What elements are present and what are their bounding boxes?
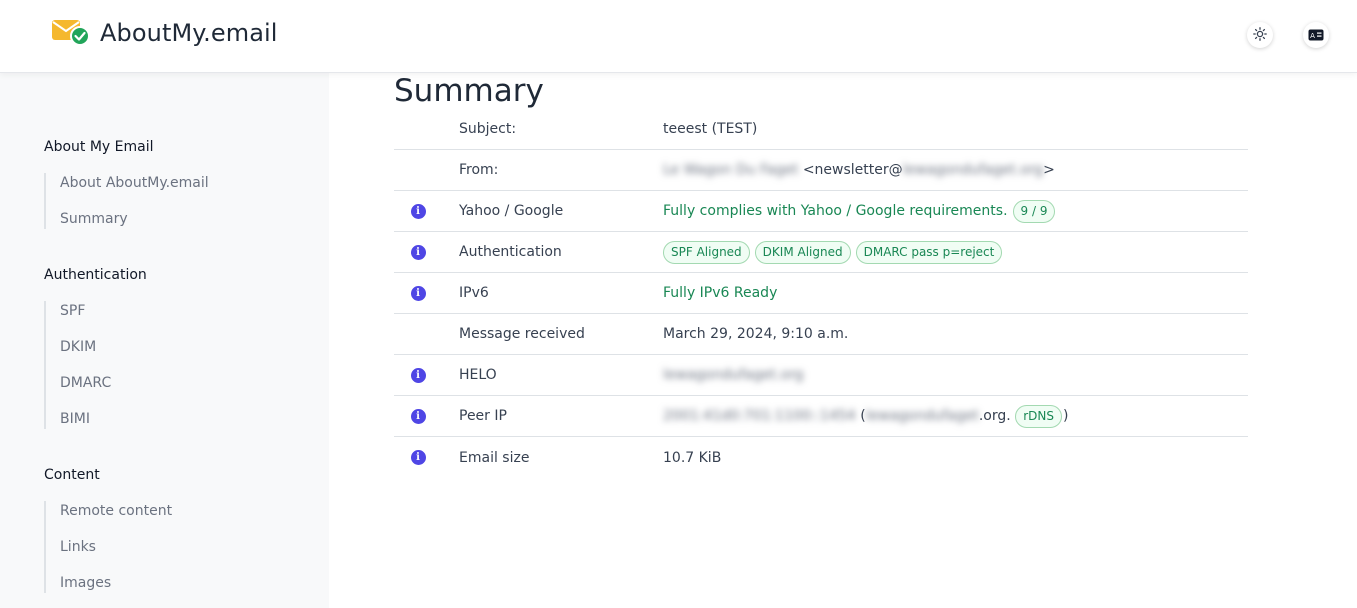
table-row: Subject: teeest (TEST) — [394, 109, 1248, 150]
row-label: Peer IP — [459, 408, 507, 424]
language-card-icon: A — [1308, 26, 1324, 45]
spf-badge: SPF Aligned — [663, 240, 750, 264]
compliance-text: Fully complies with Yahoo / Google requi… — [663, 203, 1008, 219]
theme-toggle-button[interactable] — [1247, 22, 1273, 48]
table-row: i Authentication SPF Aligned DKIM Aligne… — [394, 232, 1248, 273]
ipv6-value: Fully IPv6 Ready — [663, 285, 778, 301]
row-label: Yahoo / Google — [459, 203, 564, 219]
table-row: i Email size 10.7 KiB — [394, 437, 1248, 478]
table-row: From: Le Wagon Du Faget <newsletter@ lewa… — [394, 150, 1248, 191]
nav-section-content: Content Remote content Links Images — [44, 465, 172, 593]
sender-domain-redacted: lewagondufaget.org — [902, 162, 1044, 178]
info-icon[interactable]: i — [410, 450, 426, 465]
sidebar-item-summary[interactable]: Summary — [46, 209, 209, 229]
nav-heading: About My Email — [44, 139, 154, 155]
nav-list: SPF DKIM DMARC BIMI — [44, 301, 147, 429]
dkim-badge: DKIM Aligned — [754, 240, 851, 264]
info-icon[interactable]: i — [410, 285, 426, 301]
email-size-value: 10.7 KiB — [663, 449, 722, 466]
from-value: Le Wagon Du Faget <newsletter@ lewagonduf… — [663, 162, 1248, 178]
row-label: Email size — [459, 449, 530, 466]
table-row: i Peer IP 2001:41d0:701:1100::1454 (lewa… — [394, 396, 1248, 437]
table-row: i IPv6 Fully IPv6 Ready — [394, 273, 1248, 314]
page-title: Summary — [394, 73, 544, 109]
received-value: March 29, 2024, 9:10 a.m. — [663, 326, 849, 342]
helo-value-redacted: lewagondufaget.org — [663, 367, 804, 383]
table-row: i HELO lewagondufaget.org — [394, 355, 1248, 396]
sidebar-item-remote-content[interactable]: Remote content — [46, 501, 172, 521]
row-label: Subject: — [459, 121, 517, 137]
top-header: AboutMy.email A — [0, 0, 1357, 73]
info-icon[interactable]: i — [410, 408, 426, 424]
sidebar-item-dmarc[interactable]: DMARC — [46, 373, 147, 393]
svg-text:A: A — [1310, 31, 1315, 39]
summary-table: Subject: teeest (TEST) From: Le Wagon Du… — [394, 109, 1248, 478]
nav-section-authentication: Authentication SPF DKIM DMARC BIMI — [44, 265, 147, 429]
info-icon[interactable]: i — [410, 367, 426, 383]
peer-host-suffix: .org. — [978, 408, 1011, 424]
nav-section-about: About My Email About AboutMy.email Summa… — [44, 137, 209, 229]
sidebar-item-images[interactable]: Images — [46, 573, 172, 593]
yahoo-google-value: Fully complies with Yahoo / Google requi… — [663, 199, 1248, 223]
peer-host-redacted: lewagondufaget — [865, 408, 979, 424]
table-row: i Yahoo / Google Fully complies with Yah… — [394, 191, 1248, 232]
peer-ip-value: 2001:41d0:701:1100::1454 (lewagondufaget… — [663, 404, 1248, 428]
from-suffix: > — [1043, 162, 1055, 178]
row-label: Authentication — [459, 244, 562, 260]
nav-list: About AboutMy.email Summary — [44, 173, 209, 229]
brand-title: AboutMy.email — [100, 19, 278, 47]
sidebar-item-spf[interactable]: SPF — [46, 301, 147, 321]
subject-value: teeest (TEST) — [663, 121, 758, 137]
language-button[interactable]: A — [1303, 22, 1329, 48]
peer-ip-redacted: 2001:41d0:701:1100::1454 — [663, 408, 856, 424]
info-icon[interactable]: i — [410, 244, 426, 260]
sidebar: About My Email About AboutMy.email Summa… — [0, 73, 329, 608]
compliance-score-badge: 9 / 9 — [1012, 199, 1056, 223]
row-label: From: — [459, 162, 499, 178]
sidebar-item-about[interactable]: About AboutMy.email — [46, 173, 209, 193]
sidebar-item-bimi[interactable]: BIMI — [46, 409, 147, 429]
authentication-value: SPF Aligned DKIM Aligned DMARC pass p=re… — [663, 240, 1248, 264]
rdns-badge: rDNS — [1015, 404, 1062, 428]
table-row: Message received March 29, 2024, 9:10 a.… — [394, 314, 1248, 355]
row-label: IPv6 — [459, 285, 489, 301]
sun-icon — [1253, 26, 1267, 45]
paren-close: ) — [1062, 408, 1069, 424]
sidebar-item-links[interactable]: Links — [46, 537, 172, 557]
nav-heading: Content — [44, 467, 100, 483]
sender-name-redacted: Le Wagon Du Faget — [663, 162, 799, 178]
from-prefix: <newsletter@ — [802, 162, 903, 178]
info-icon[interactable]: i — [410, 203, 426, 219]
dmarc-badge: DMARC pass p=reject — [855, 240, 1003, 264]
row-label: Message received — [459, 326, 585, 342]
brand[interactable]: AboutMy.email — [52, 18, 278, 48]
envelope-check-icon — [52, 18, 90, 48]
nav-heading: Authentication — [44, 267, 147, 283]
sidebar-item-dkim[interactable]: DKIM — [46, 337, 147, 357]
nav-list: Remote content Links Images — [44, 501, 172, 593]
row-label: HELO — [459, 367, 497, 383]
